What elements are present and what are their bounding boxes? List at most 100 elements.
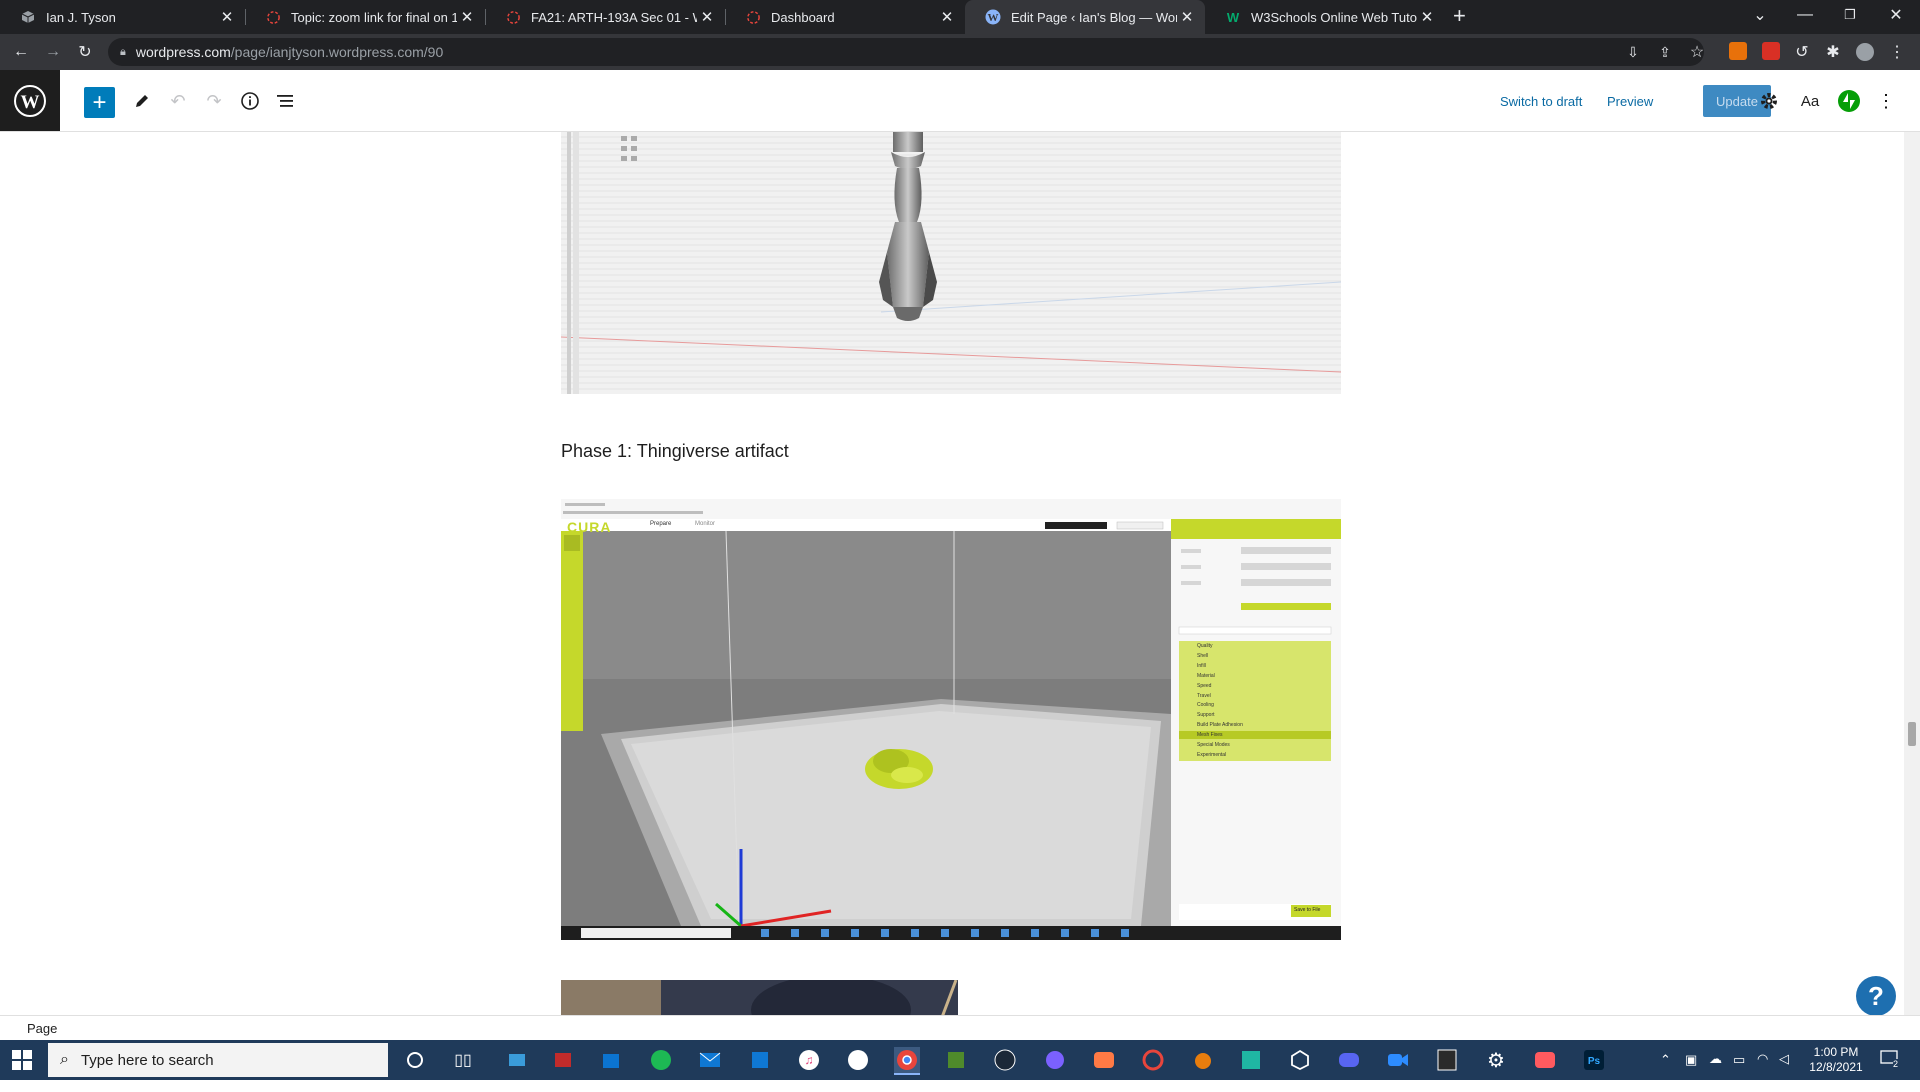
back-icon[interactable]: ←	[10, 41, 32, 63]
tab-search-icon[interactable]: ⌄	[1740, 0, 1780, 30]
jetpack-icon[interactable]	[1834, 86, 1864, 116]
tab-edit-page[interactable]: W Edit Page ‹ Ian's Blog — WordPre ✕	[965, 0, 1205, 34]
close-tab-icon[interactable]: ✕	[457, 8, 477, 26]
install-icon[interactable]: ⇩	[1622, 41, 1644, 63]
cura-sidebar-item: Build Plate Adhesion	[1197, 722, 1243, 729]
close-window-icon[interactable]: ✕	[1876, 0, 1916, 30]
itunes-icon[interactable]: ♫	[796, 1047, 822, 1073]
settings-gear-icon[interactable]: ⚙	[1483, 1047, 1509, 1073]
app-icon[interactable]	[1140, 1047, 1166, 1073]
wifi-icon[interactable]: ◠	[1757, 1051, 1768, 1091]
cura-sidebar-item: Infill	[1197, 662, 1206, 669]
address-bar[interactable]: 🔒︎ wordpress.com/page/ianjtyson.wordpres…	[108, 38, 1704, 66]
chrome-icon[interactable]	[894, 1047, 920, 1075]
microsoft-store-icon[interactable]	[598, 1047, 624, 1073]
svg-text:♫: ♫	[805, 1053, 814, 1067]
notifications-icon[interactable]: 2	[1880, 1049, 1904, 1071]
windows-start-icon[interactable]	[12, 1050, 32, 1070]
redo-icon[interactable]: ↷	[199, 86, 229, 116]
clock-date: 12/8/2021	[1809, 1060, 1863, 1074]
unity-icon[interactable]	[1287, 1047, 1313, 1073]
cura-save-button: Save to File	[1294, 907, 1321, 913]
cube-icon	[20, 9, 36, 25]
bookmark-star-icon[interactable]: ☆	[1686, 41, 1708, 63]
list-view-icon[interactable]	[271, 86, 301, 116]
reload-icon[interactable]: ↻	[74, 41, 96, 63]
w3schools-icon: W	[1226, 9, 1240, 25]
cad-model-image[interactable]	[561, 132, 1341, 394]
onedrive-icon[interactable]: ☁	[1709, 1051, 1722, 1091]
close-tab-icon[interactable]: ✕	[937, 8, 957, 26]
app-icon[interactable]	[504, 1047, 530, 1073]
close-tab-icon[interactable]: ✕	[1177, 8, 1197, 26]
extension-icon[interactable]	[1729, 42, 1747, 60]
app-icon[interactable]	[1042, 1047, 1068, 1073]
forward-icon[interactable]: →	[42, 41, 64, 63]
maya-icon[interactable]	[1238, 1047, 1264, 1073]
taskbar-search-input[interactable]: ⌕ Type here to search	[48, 1043, 388, 1077]
photoshop-icon[interactable]: Ps	[1581, 1047, 1607, 1073]
clock[interactable]: 1:00 PM 12/8/2021	[1806, 1045, 1866, 1085]
page-scrollbar[interactable]	[1904, 132, 1920, 1015]
wordpress-logo[interactable]: W	[0, 70, 60, 131]
steam-icon[interactable]	[992, 1047, 1018, 1073]
tab-arth-193a[interactable]: FA21: ARTH-193A Sec 01 - World ✕	[485, 0, 725, 34]
switch-to-draft-button[interactable]: Switch to draft	[1500, 94, 1582, 109]
task-view-icon[interactable]: ▯▯	[450, 1047, 476, 1073]
add-block-button[interactable]: +	[84, 87, 115, 118]
loading-icon	[745, 9, 761, 25]
undo-icon[interactable]: ↶	[163, 86, 193, 116]
tab-zoom-topic[interactable]: Topic: zoom link for final on 12/9 ✕	[245, 0, 485, 34]
typography-button[interactable]: Aa	[1795, 86, 1825, 116]
preview-button[interactable]: Preview	[1607, 94, 1653, 109]
tab-ian-tyson[interactable]: Ian J. Tyson ✕	[0, 0, 245, 34]
cura-sidebar-item: Quality	[1197, 643, 1213, 649]
clock-time: 1:00 PM	[1813, 1045, 1859, 1059]
help-button[interactable]: ?	[1856, 976, 1896, 1016]
blender-icon[interactable]	[1189, 1047, 1215, 1073]
spotify-icon[interactable]	[648, 1047, 674, 1073]
scrollbar-thumb[interactable]	[1908, 722, 1916, 746]
show-hidden-icons[interactable]: ⌃	[1660, 1052, 1671, 1092]
tab-w3schools[interactable]: W W3Schools Online Web Tutorials ✕	[1205, 0, 1445, 34]
discord-icon[interactable]	[1336, 1047, 1362, 1073]
restore-icon[interactable]: ❐	[1830, 0, 1870, 30]
battery-icon[interactable]: ▭	[1733, 1052, 1745, 1092]
mail-icon[interactable]	[697, 1047, 723, 1073]
cura-tab-prepare: Prepare	[650, 521, 672, 527]
zoom-icon[interactable]	[1385, 1047, 1411, 1073]
close-tab-icon[interactable]: ✕	[697, 8, 717, 26]
creative-cloud-icon[interactable]	[1532, 1047, 1558, 1073]
creative-cloud-icon[interactable]	[1091, 1047, 1117, 1073]
app-icon[interactable]	[845, 1047, 871, 1073]
calculator-icon[interactable]	[747, 1047, 773, 1073]
breadcrumb[interactable]: Page	[27, 1021, 57, 1036]
svg-text:W: W	[988, 12, 999, 24]
close-tab-icon[interactable]: ✕	[217, 8, 237, 26]
cortana-icon[interactable]	[402, 1047, 428, 1073]
profile-avatar[interactable]	[1854, 41, 1876, 63]
minecraft-icon[interactable]	[943, 1047, 969, 1073]
tab-dashboard[interactable]: Dashboard ✕	[725, 0, 965, 34]
minimize-icon[interactable]: —	[1785, 0, 1825, 30]
paragraph-heading[interactable]: Phase 1: Thingiverse artifact	[561, 441, 789, 462]
cura-sidebar-item: Cooling	[1197, 702, 1214, 709]
menu-dots-icon[interactable]: ⋮	[1886, 41, 1908, 63]
tools-pencil-icon[interactable]	[127, 86, 157, 116]
details-info-icon[interactable]	[235, 86, 265, 116]
volume-icon[interactable]: ◁	[1779, 1051, 1789, 1091]
options-menu-icon[interactable]: ⋮	[1871, 86, 1901, 116]
close-tab-icon[interactable]: ✕	[1417, 8, 1437, 26]
history-icon[interactable]: ↺	[1791, 41, 1813, 63]
tab-title: W3Schools Online Web Tutorials	[1251, 9, 1417, 25]
epic-games-icon[interactable]	[1434, 1047, 1460, 1073]
share-icon[interactable]: ⇪	[1654, 41, 1676, 63]
settings-gear-icon[interactable]	[1754, 86, 1784, 116]
extension-icon[interactable]	[1762, 42, 1780, 60]
app-icon[interactable]	[550, 1047, 576, 1073]
puzzle-extensions-icon[interactable]: ✱	[1822, 41, 1844, 63]
tray-icon[interactable]: ▣	[1685, 1052, 1697, 1092]
photo-image[interactable]	[561, 975, 958, 1015]
new-tab-button[interactable]: +	[1453, 3, 1466, 29]
cura-slicer-image[interactable]: CURA Prepare Monitor Quality Shell Infil…	[561, 499, 1341, 940]
